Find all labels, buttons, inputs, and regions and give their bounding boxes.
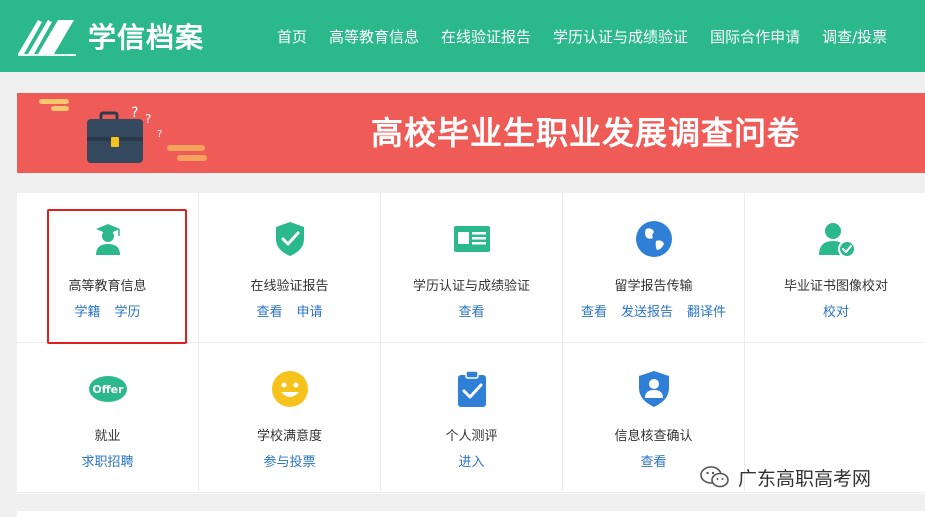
highlight-box: [47, 209, 187, 344]
link-view[interactable]: 查看: [458, 305, 484, 320]
logo-book-icon: [18, 20, 76, 56]
next-section-edge: [17, 511, 925, 517]
link-job-hunting[interactable]: 求职招聘: [81, 455, 133, 470]
banner-title: 高校毕业生职业发展调查问卷: [371, 114, 801, 152]
service-label: 在线验证报告: [250, 279, 329, 294]
site-name: 学信档案: [88, 21, 205, 54]
briefcase-illustration: ? ? ?: [39, 99, 207, 163]
service-certificate-image-check: 毕业证书图像校对 校对: [745, 193, 925, 343]
survey-banner[interactable]: ? ? ? 高校毕业生职业发展调查问卷: [17, 93, 925, 173]
service-links: 校对: [745, 301, 925, 320]
service-label: 毕业证书图像校对: [783, 279, 888, 294]
smiley-icon: [272, 371, 308, 407]
offer-badge-text: Offer: [92, 383, 124, 396]
shield-user-icon: [639, 371, 669, 407]
link-view[interactable]: 查看: [640, 455, 666, 470]
service-links: 查看 发送报告 翻译件: [563, 301, 744, 320]
globe-icon: [636, 221, 672, 257]
service-label: 留学报告传输: [614, 279, 693, 294]
clipboard-check-icon: [458, 370, 486, 407]
link-view[interactable]: 查看: [581, 305, 607, 320]
service-links: 求职招聘: [17, 451, 198, 470]
link-enter[interactable]: 进入: [458, 455, 484, 470]
nav-international-cooperation[interactable]: 国际合作申请: [710, 26, 800, 47]
nav-higher-education-info[interactable]: 高等教育信息: [329, 26, 419, 47]
service-links: 查看 申请: [199, 301, 380, 320]
link-vote[interactable]: 参与投票: [263, 455, 315, 470]
link-proofread[interactable]: 校对: [823, 305, 849, 320]
service-online-verification: 在线验证报告 查看 申请: [199, 193, 381, 343]
site-logo[interactable]: 学信档案: [16, 14, 204, 58]
link-apply[interactable]: 申请: [297, 305, 323, 320]
offer-icon: Offer: [89, 376, 127, 402]
service-degree-authentication: 学历认证与成绩验证 查看: [381, 193, 563, 343]
id-card-icon: [454, 226, 490, 252]
nav-survey-vote[interactable]: 调查/投票: [822, 26, 887, 47]
watermark: 广东高职高考网: [700, 462, 871, 492]
nav-online-verification[interactable]: 在线验证报告: [441, 26, 531, 47]
service-employment: Offer 就业 求职招聘: [17, 343, 199, 493]
top-header: 学信档案 首页 高等教育信息 在线验证报告 学历认证与成绩验证 国际合作申请 调…: [0, 0, 925, 72]
nav-home[interactable]: 首页: [277, 26, 307, 47]
service-school-satisfaction: 学校满意度 参与投票: [199, 343, 381, 493]
link-send-report[interactable]: 发送报告: [621, 305, 673, 320]
service-personal-assessment: 个人测评 进入: [381, 343, 563, 493]
link-view[interactable]: 查看: [256, 305, 282, 320]
svg-text:?: ?: [145, 112, 151, 126]
svg-text:?: ?: [131, 105, 138, 121]
service-label: 信息核查确认: [614, 429, 693, 444]
link-translation[interactable]: 翻译件: [687, 305, 726, 320]
user-check-icon: [819, 223, 856, 258]
service-label: 学历认证与成绩验证: [412, 279, 530, 294]
service-label: 就业: [94, 429, 121, 444]
wechat-icon: [700, 466, 729, 488]
shield-check-icon: [276, 222, 304, 256]
service-links: 进入: [381, 451, 562, 470]
svg-text:?: ?: [157, 129, 162, 140]
service-study-abroad-report: 留学报告传输 查看 发送报告 翻译件: [563, 193, 745, 343]
service-links: 查看: [381, 301, 562, 320]
service-label: 学校满意度: [256, 429, 322, 444]
service-label: 个人测评: [445, 429, 498, 444]
main-nav: 首页 高等教育信息 在线验证报告 学历认证与成绩验证 国际合作申请 调查/投票: [266, 0, 898, 72]
nav-degree-authentication[interactable]: 学历认证与成绩验证: [553, 26, 688, 47]
service-links: 参与投票: [199, 451, 380, 470]
watermark-text: 广东高职高考网: [738, 467, 872, 490]
